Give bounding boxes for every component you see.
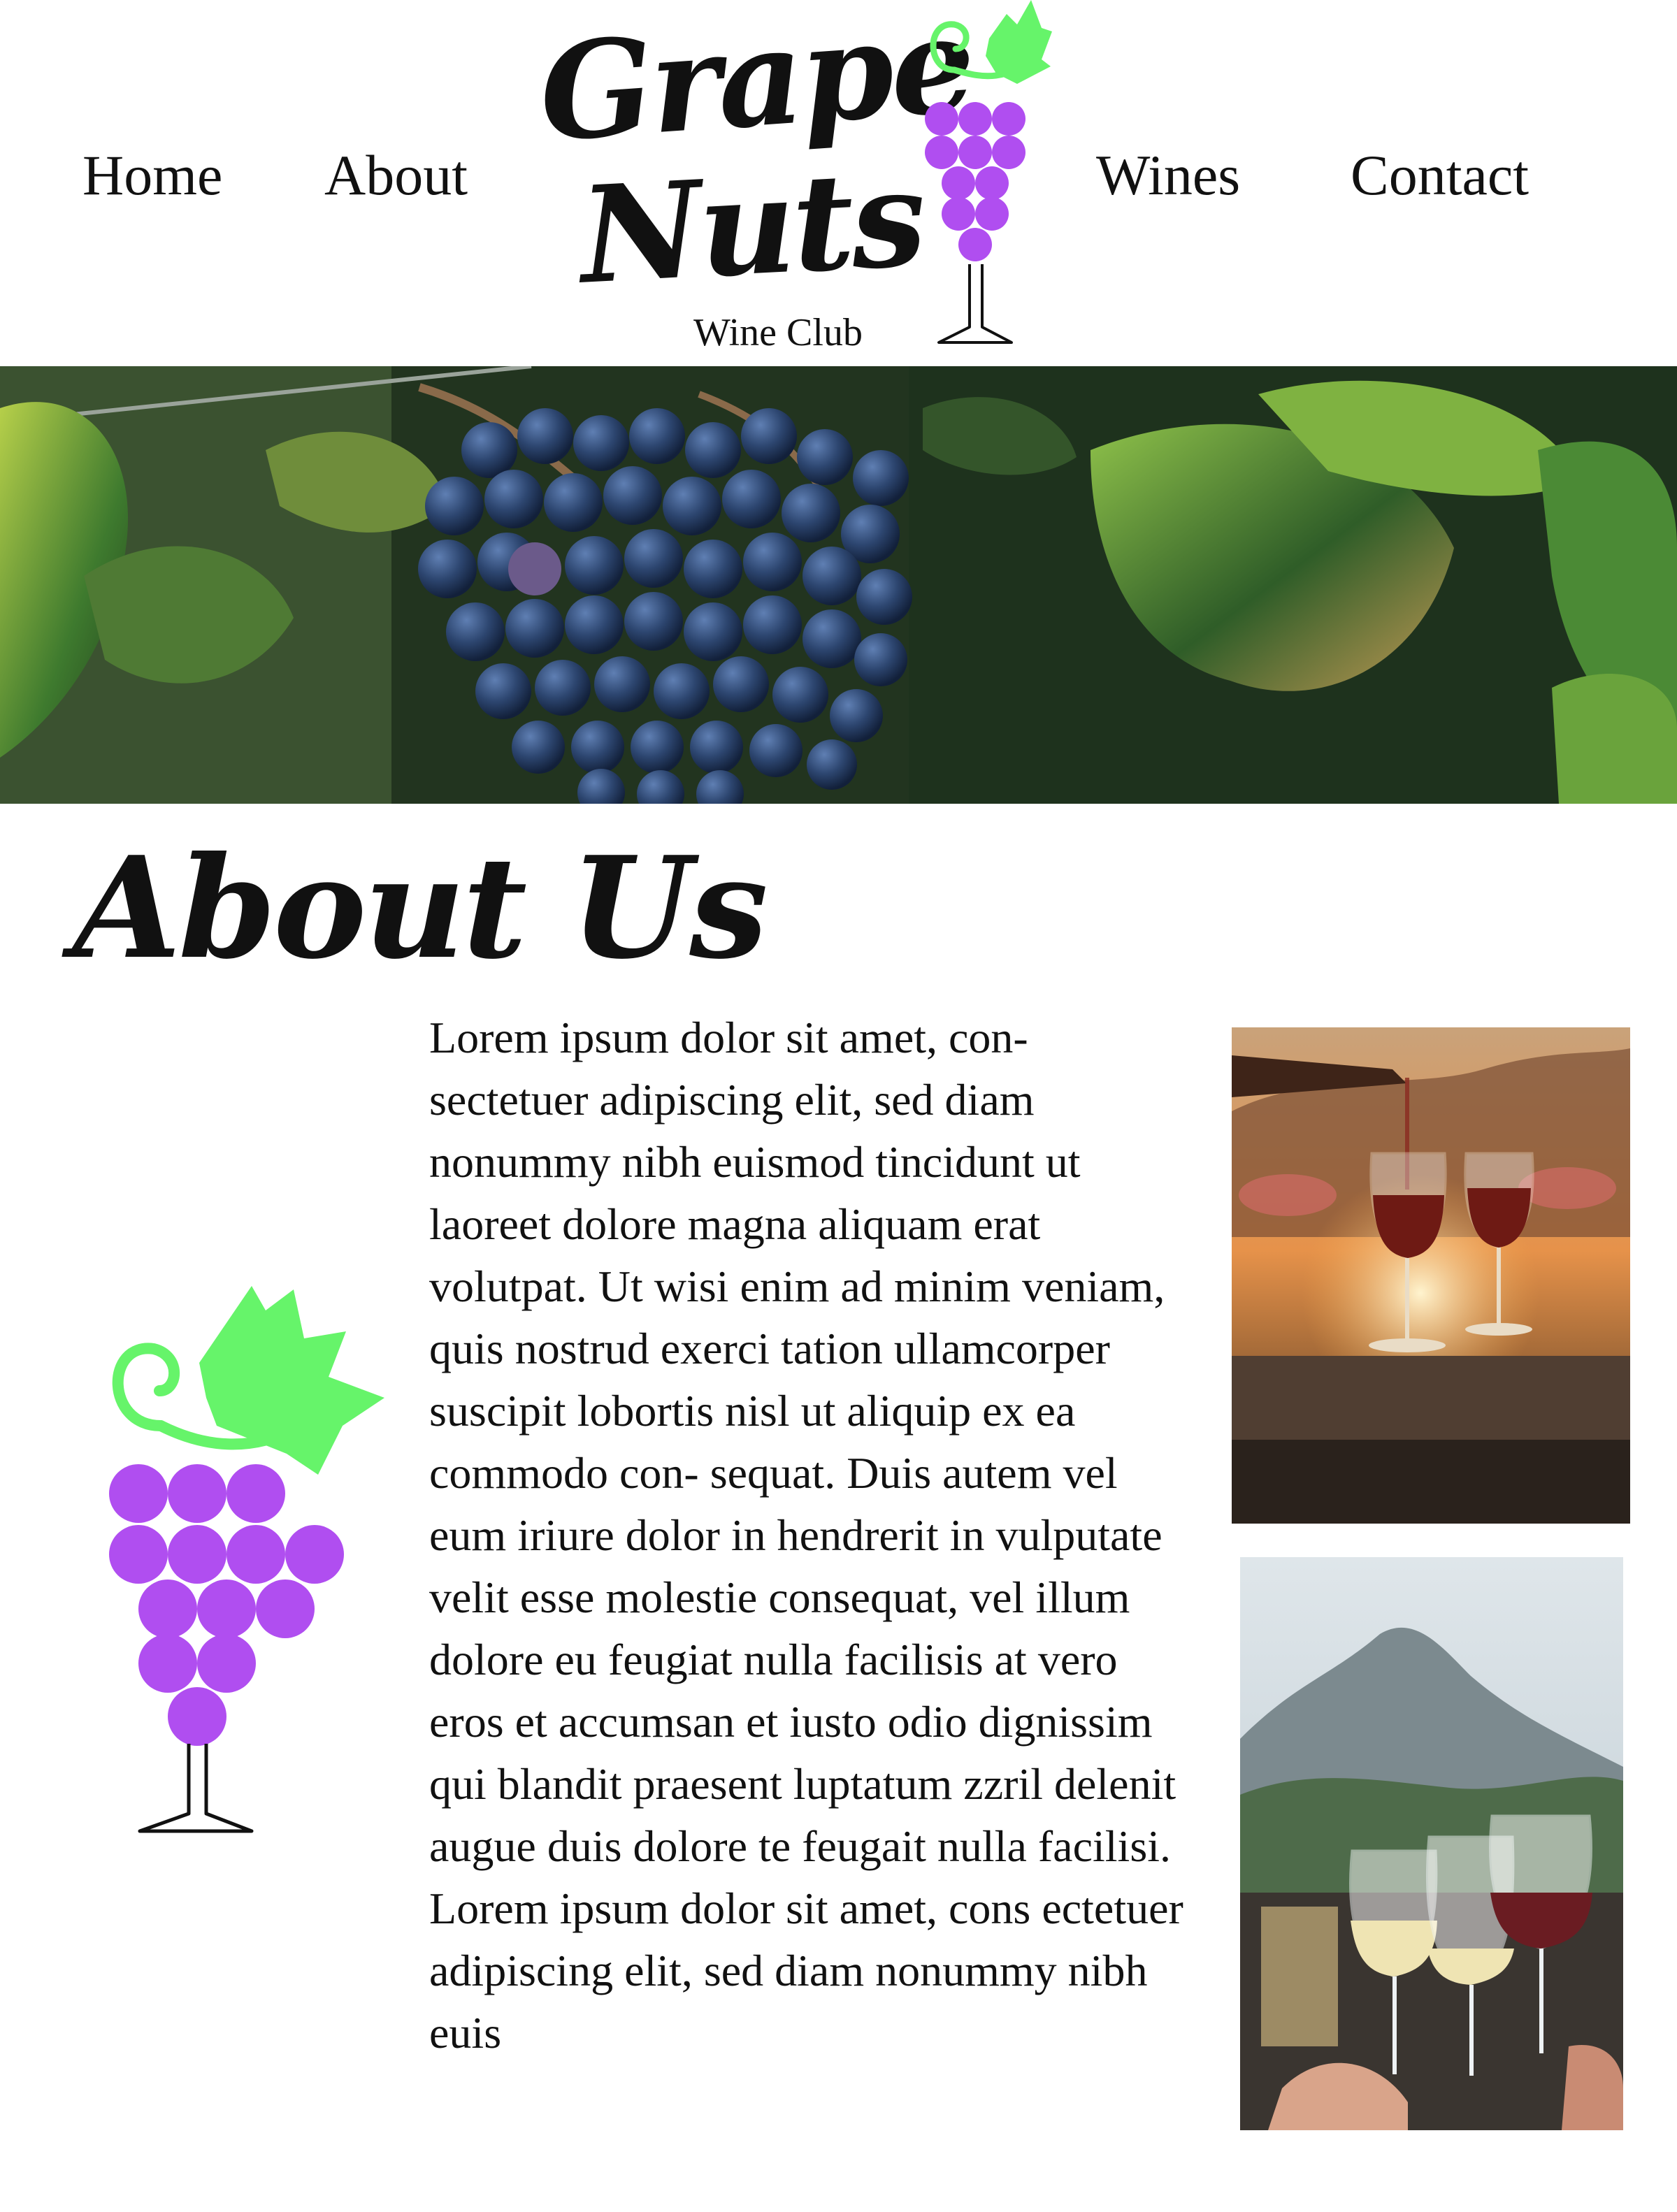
grape-glass-icon: [109, 1286, 384, 1833]
hero-banner-image: [0, 366, 1677, 804]
hero-grapes-illustration: [0, 366, 1677, 804]
nav-contact-link[interactable]: Contact: [1351, 147, 1529, 204]
nav-home-link[interactable]: Home: [82, 147, 222, 204]
logo-word-grape: Grape: [534, 0, 978, 172]
about-us-heading: About Us: [73, 826, 768, 990]
grape-glass-icon: [925, 0, 1052, 344]
logo-word-nuts: Nuts: [576, 140, 928, 314]
site-logo[interactable]: Grape Nuts Wine Club: [531, 0, 1063, 356]
logo-subtitle: Wine Club: [693, 311, 863, 354]
nav-about-link[interactable]: About: [324, 147, 468, 204]
wine-toast-photo: [1240, 1557, 1623, 2130]
nav-wines-link[interactable]: Wines: [1096, 147, 1240, 204]
about-us-body-text: Lorem ipsum dolor sit amet, con- sectetu…: [429, 1013, 1183, 2058]
wine-pour-photo: [1232, 1027, 1630, 1524]
